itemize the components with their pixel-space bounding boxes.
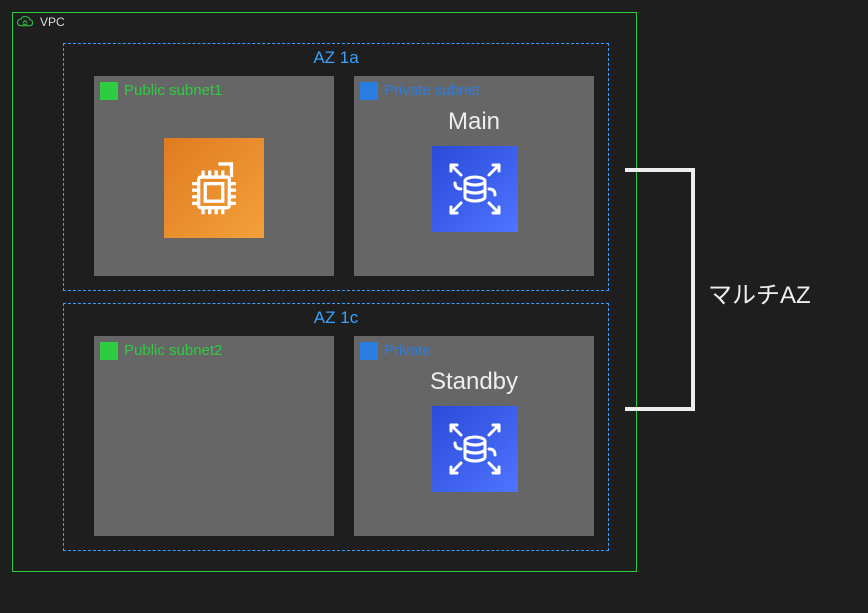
az-1c-label: AZ 1c (64, 308, 608, 328)
public-subnet-1c-label: Public subnet2 (124, 342, 222, 359)
availability-zone-1c: AZ 1c Public subnet2 Private Standby (63, 303, 609, 551)
public-subnet-1a-label: Public subnet1 (124, 82, 222, 99)
public-subnet-badge-icon (100, 342, 118, 360)
az-1a-label: AZ 1a (64, 48, 608, 68)
public-subnet-badge-icon (100, 82, 118, 100)
availability-zone-1a: AZ 1a Public subnet1 (63, 43, 609, 291)
private-subnet-1c: Private Standby (354, 336, 594, 536)
public-subnet-1a: Public subnet1 (94, 76, 334, 276)
private-subnet-1a-label: Private subnet (384, 82, 480, 99)
multi-az-label: マルチAZ (708, 275, 811, 310)
private-subnet-badge-icon (360, 342, 378, 360)
diagram-canvas: VPC AZ 1a Public subnet1 (0, 0, 868, 613)
private-subnet-1c-label: Private (384, 342, 431, 359)
db-role-standby: Standby (354, 368, 594, 396)
private-subnet-badge-icon (360, 82, 378, 100)
ec2-icon (164, 138, 264, 238)
public-subnet-1c: Public subnet2 (94, 336, 334, 536)
db-role-main: Main (354, 108, 594, 136)
vpc-container: VPC AZ 1a Public subnet1 (12, 12, 637, 572)
cloud-network-icon (16, 14, 34, 30)
vpc-label: VPC (40, 15, 65, 29)
vpc-header: VPC (16, 14, 65, 30)
multi-az-connector (625, 168, 695, 411)
private-subnet-1a: Private subnet Main (354, 76, 594, 276)
rds-multi-az-icon (432, 406, 518, 492)
rds-multi-az-icon (432, 146, 518, 232)
